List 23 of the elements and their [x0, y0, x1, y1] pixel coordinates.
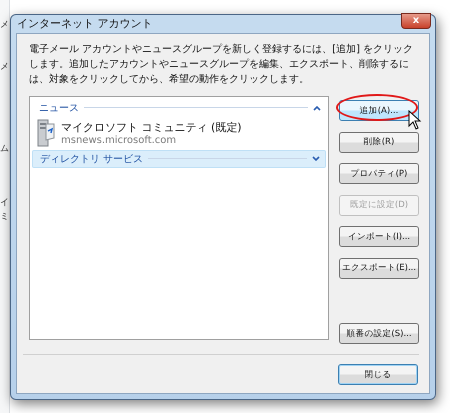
background-text: メ: [0, 20, 9, 30]
server-address: msnews.microsoft.com: [61, 134, 178, 146]
dialog-button[interactable]: 順番の設定(S)...: [339, 323, 419, 344]
account-list[interactable]: ニュース マイクロソフト コミュニティ (既定) msnews.microsoft.com ディレクトリ サービス: [29, 96, 329, 340]
mouse-pointer-icon: [408, 110, 422, 130]
background-text: メ: [0, 62, 9, 72]
background-text: ミ: [0, 212, 9, 222]
background-text: ム: [0, 144, 9, 154]
chevron-icon: [312, 156, 320, 162]
dialog-button[interactable]: インポート(I)...: [339, 226, 419, 247]
group-header[interactable]: ディレクトリ サービス: [32, 150, 326, 168]
background-text: イ: [0, 198, 9, 208]
close-dialog-button[interactable]: 閉じる: [338, 364, 418, 385]
description-text: 電子メール アカウントやニュースグループを新しく登録するには、[追加] をクリックします。追加したアカウントやニュースグループを編集、エクスポート、削除するには、対象をクリックしてから、希望の動作をクリックします。: [29, 42, 414, 86]
window-title: インターネット アカウント: [17, 16, 152, 32]
chevron-icon: [313, 104, 321, 110]
account-item[interactable]: マイクロソフト コミュニティ (既定) msnews.microsoft.com: [32, 116, 326, 150]
account-name: マイクロソフト コミュニティ (既定): [61, 120, 242, 134]
dialog-button[interactable]: 削除(R): [339, 132, 419, 152]
server-icon: [37, 118, 55, 148]
dialog-button[interactable]: エクスポート(E)...: [339, 258, 419, 278]
dialog-button[interactable]: プロパティ(P): [339, 163, 419, 184]
group-header[interactable]: ニュース: [32, 100, 326, 116]
